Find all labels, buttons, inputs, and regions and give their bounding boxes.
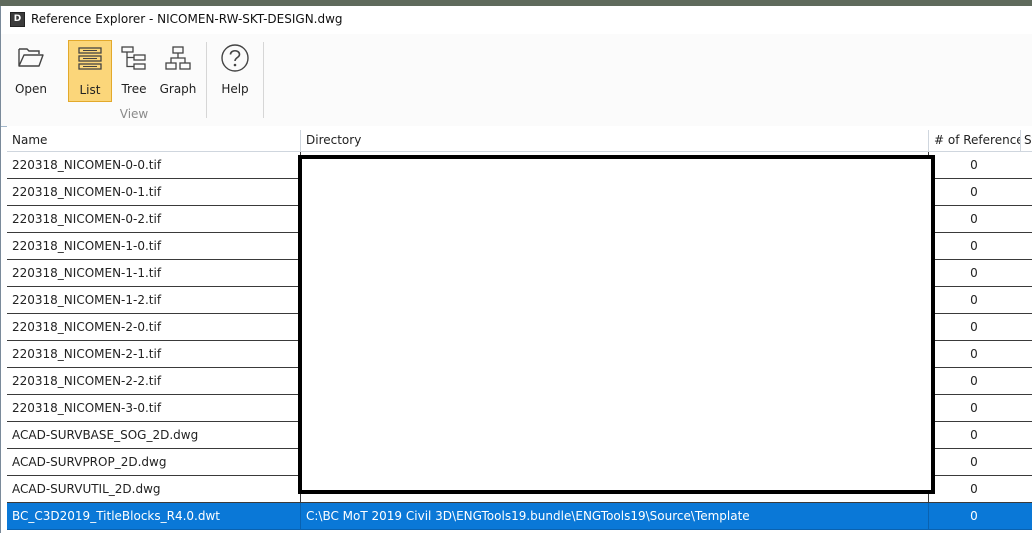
cell-references: 0: [970, 455, 978, 469]
cell-references: 0: [970, 374, 978, 388]
graph-view-icon: [165, 46, 191, 70]
column-header-status[interactable]: St: [1021, 130, 1032, 151]
list-view-icon: [78, 47, 102, 70]
view-group-label: View: [119, 107, 149, 121]
tree-view-icon: [121, 46, 146, 70]
ribbon-separator: [263, 42, 264, 118]
help-button[interactable]: Help: [214, 40, 256, 102]
cell-references: 0: [970, 320, 978, 334]
cell-references: 0: [970, 428, 978, 442]
cell-references: 0: [970, 293, 978, 307]
cell-references: 0: [970, 158, 978, 172]
cell-references: 0: [970, 401, 978, 415]
column-header-directory[interactable]: Directory: [301, 130, 929, 151]
cell-references: 0: [970, 266, 978, 280]
ribbon: Open List Tree Graph Help View: [1, 34, 1032, 127]
cell-name: BC_C3D2019_TitleBlocks_R4.0.dwt: [7, 503, 301, 529]
ribbon-separator: [206, 42, 207, 118]
cell-name: 220318_NICOMEN-0-0.tif: [7, 152, 301, 178]
redaction-box: [298, 155, 935, 494]
tree-button[interactable]: Tree: [113, 40, 155, 102]
cell-name: 220318_NICOMEN-2-2.tif: [7, 368, 301, 394]
cell-directory: C:\BC MoT 2019 Civil 3D\ENGTools19.bundl…: [301, 503, 929, 529]
grid-header: Name Directory # of References St: [7, 130, 1032, 152]
cell-name: ACAD-SURVBASE_SOG_2D.dwg: [7, 422, 301, 448]
window-title: Reference Explorer - NICOMEN-RW-SKT-DESI…: [31, 12, 343, 26]
cell-references: 0: [970, 509, 978, 523]
list-label: List: [79, 83, 101, 97]
cell-name: 220318_NICOMEN-1-0.tif: [7, 233, 301, 259]
cell-name: ACAD-SURVUTIL_2D.dwg: [7, 476, 301, 502]
cell-name: 220318_NICOMEN-0-2.tif: [7, 206, 301, 232]
table-row-selected[interactable]: BC_C3D2019_TitleBlocks_R4.0.dwt C:\BC Mo…: [7, 503, 1032, 530]
open-label: Open: [14, 82, 48, 96]
column-header-name[interactable]: Name: [7, 130, 301, 151]
tree-label: Tree: [121, 82, 147, 96]
cell-name: ACAD-SURVPROP_2D.dwg: [7, 449, 301, 475]
cell-references: 0: [970, 482, 978, 496]
help-label: Help: [221, 82, 249, 96]
cell-name: 220318_NICOMEN-3-0.tif: [7, 395, 301, 421]
cell-name: 220318_NICOMEN-1-2.tif: [7, 287, 301, 313]
app-icon: D: [10, 12, 25, 27]
cell-name: 220318_NICOMEN-1-1.tif: [7, 260, 301, 286]
cell-name: 220318_NICOMEN-2-1.tif: [7, 341, 301, 367]
list-button[interactable]: List: [68, 40, 112, 102]
cell-name: 220318_NICOMEN-2-0.tif: [7, 314, 301, 340]
cell-name: 220318_NICOMEN-0-1.tif: [7, 179, 301, 205]
cell-references: 0: [970, 347, 978, 361]
folder-open-icon: [18, 48, 44, 67]
title-bar: D Reference Explorer - NICOMEN-RW-SKT-DE…: [1, 6, 1032, 34]
cell-references: 0: [970, 239, 978, 253]
open-button[interactable]: Open: [10, 40, 52, 102]
column-header-references[interactable]: # of References: [929, 130, 1021, 151]
graph-button[interactable]: Graph: [155, 40, 201, 102]
help-icon: [221, 44, 249, 72]
cell-references: 0: [970, 185, 978, 199]
graph-label: Graph: [159, 82, 197, 96]
cell-references: 0: [970, 212, 978, 226]
